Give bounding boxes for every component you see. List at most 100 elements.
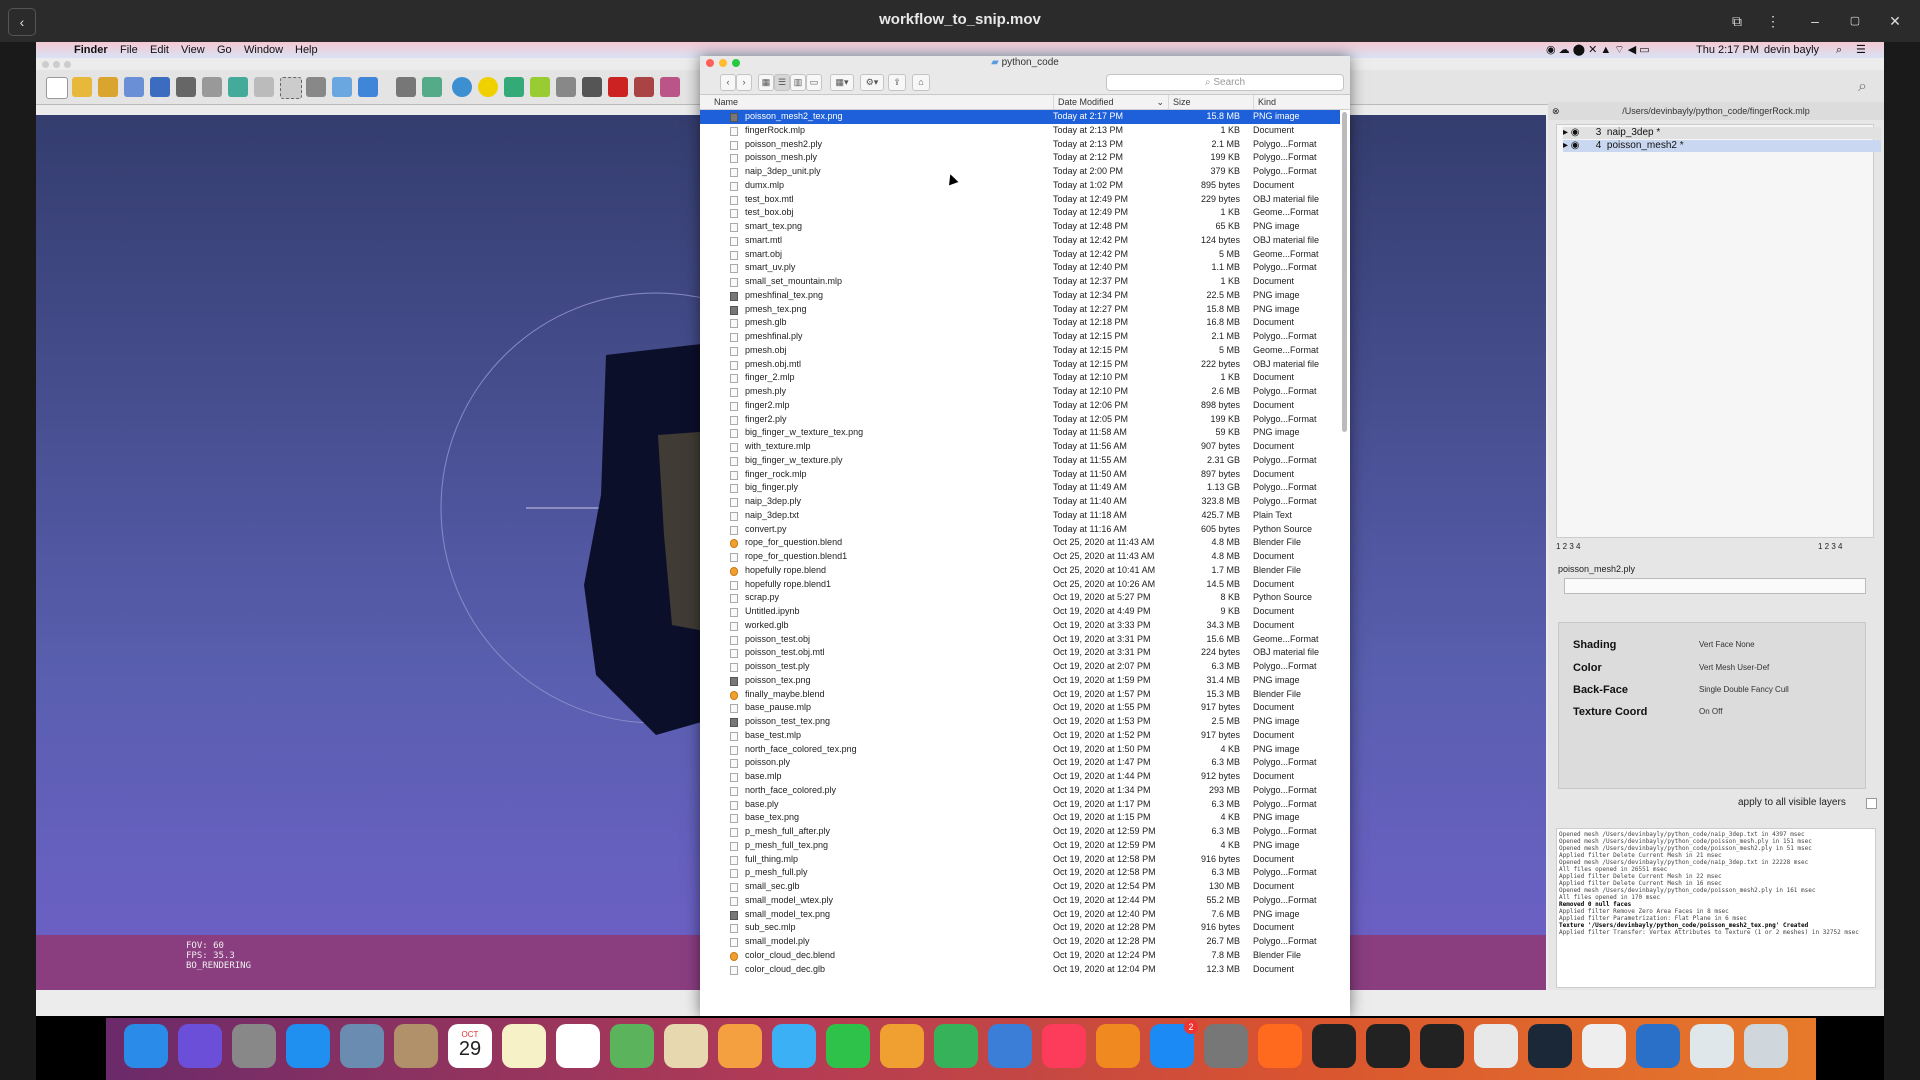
reload-icon[interactable] [124,77,144,97]
file-row[interactable]: north_face_colored_tex.png Oct 19, 2020 a… [700,743,1340,757]
file-row[interactable]: finger2.mlp Today at 12:06 PM 898 bytes Doc… [700,399,1340,413]
menu-user[interactable]: devin bayly [1764,42,1819,58]
textedit-icon[interactable] [1582,1024,1626,1068]
numbers-icon[interactable] [934,1024,978,1068]
file-row[interactable]: fingerRock.mlp Today at 2:13 PM 1 KB Docume… [700,124,1340,138]
minimize-icon[interactable]: – [1802,8,1828,34]
file-row[interactable]: poisson_test_tex.png Oct 19, 2020 at 1:53… [700,715,1340,729]
layer-eye-icon[interactable]: ▸ ◉ [1563,140,1593,152]
file-row[interactable]: test_box.obj Today at 12:49 PM 1 KB Geome..… [700,206,1340,220]
file-row[interactable]: poisson_test.ply Oct 19, 2020 at 2:07 PM 6… [700,660,1340,674]
pager-right[interactable]: 1 2 3 4 [1818,542,1842,551]
column-name[interactable]: Name [710,95,1053,109]
file-row[interactable]: p_mesh_full.ply Oct 19, 2020 at 12:58 PM 6… [700,866,1340,880]
file-row[interactable]: finger2.ply Today at 12:05 PM 199 KB Polygo… [700,413,1340,427]
file-row[interactable]: hopefully rope.blend1 Oct 25, 2020 at 10:… [700,578,1340,592]
file-row[interactable]: pmeshfinal.ply Today at 12:15 PM 2.1 MB Pol… [700,330,1340,344]
file-row[interactable]: with_texture.mlp Today at 11:56 AM 907 byt… [700,440,1340,454]
file-row[interactable]: pmeshfinal_tex.png Today at 12:34 PM 22.5 … [700,289,1340,303]
file-row[interactable]: Untitled.ipynb Oct 19, 2020 at 4:49 PM 9 K… [700,605,1340,619]
spotlight-icon[interactable]: ⌕ [1836,42,1842,58]
file-row[interactable]: naip_3dep.ply Today at 11:40 AM 323.8 MB Po… [700,495,1340,509]
export-icon[interactable] [150,77,170,97]
window-minimize-button[interactable] [53,61,60,68]
file-row[interactable]: big_finger_w_texture.ply Today at 11:55 A… [700,454,1340,468]
activity-monitor-icon[interactable] [1312,1024,1356,1068]
forward-button[interactable]: › [736,74,752,91]
palette-icon[interactable] [660,77,680,97]
file-row[interactable]: pmesh.glb Today at 12:18 PM 16.8 MB Documen… [700,316,1340,330]
snapshot-icon[interactable] [176,77,196,97]
terminal-icon[interactable] [1420,1024,1464,1068]
menu-window[interactable]: Window [244,42,283,58]
reminders-icon[interactable] [556,1024,600,1068]
meshlab-search-icon[interactable]: ⌕ [1858,78,1867,96]
file-row[interactable]: smart_tex.png Today at 12:48 PM 65 KB PNG i… [700,220,1340,234]
file-row[interactable]: pmesh.ply Today at 12:10 PM 2.6 MB Polygo..… [700,385,1340,399]
raster-icon[interactable] [634,77,654,97]
file-row[interactable]: smart.obj Today at 12:42 PM 5 MB Geome...Fo… [700,248,1340,262]
trash-icon[interactable] [1744,1024,1788,1068]
column-kind[interactable]: Kind [1253,95,1350,109]
file-row[interactable]: rope_for_question.blend1 Oct 25, 2020 at … [700,550,1340,564]
file-row[interactable]: small_model_wtex.ply Oct 19, 2020 at 12:4… [700,894,1340,908]
texture-icon[interactable] [608,77,628,97]
status-icons[interactable]: ◉ ☁ ⬤ ✕ ▲ ⌔ ◀ ▭ [1546,42,1650,58]
pick-points-icon[interactable] [452,77,472,97]
file-row[interactable]: color_cloud_dec.blend Oct 19, 2020 at 12:… [700,949,1340,963]
menu-help[interactable]: Help [295,42,318,58]
menu-file[interactable]: File [120,42,138,58]
file-row[interactable]: finally_maybe.blend Oct 19, 2020 at 1:57 … [700,688,1340,702]
chrome-icon[interactable] [1474,1024,1518,1068]
file-row[interactable]: small_set_mountain.mlp Today at 12:37 PM 1… [700,275,1340,289]
camera-icon[interactable] [556,77,576,97]
finder-minimize-button[interactable] [719,59,727,67]
file-row[interactable]: hopefully rope.blend Oct 25, 2020 at 10:4… [700,564,1340,578]
finder-search-input[interactable]: ⌕ Search [1106,74,1344,91]
file-row[interactable]: convert.py Today at 11:16 AM 605 bytes Pyth… [700,523,1340,537]
group-button[interactable]: ▦▾ [830,74,854,91]
file-row[interactable]: poisson.ply Oct 19, 2020 at 1:47 PM 6.3 MB… [700,756,1340,770]
launchpad-icon[interactable] [232,1024,276,1068]
file-row[interactable]: naip_3dep_unit.ply Today at 2:00 PM 379 KB… [700,165,1340,179]
file-row[interactable]: pmesh_tex.png Today at 12:27 PM 15.8 MB PNG… [700,303,1340,317]
smooth-shading-icon[interactable] [358,77,378,97]
facetime-icon[interactable] [826,1024,870,1068]
music-icon[interactable] [1042,1024,1086,1068]
file-row[interactable]: poisson_tex.png Oct 19, 2020 at 1:59 PM 31… [700,674,1340,688]
meshlab-icon[interactable] [1690,1024,1734,1068]
file-row[interactable]: naip_3dep.txt Today at 11:18 AM 425.7 MB Pl… [700,509,1340,523]
shading-options[interactable]: Vert Face None [1699,640,1755,649]
color-options[interactable]: Vert Mesh User-Def [1699,663,1769,672]
xquartz-icon[interactable] [664,1024,708,1068]
new-project-icon[interactable] [46,77,68,99]
menu-edit[interactable]: Edit [150,42,169,58]
file-row[interactable]: base_pause.mlp Oct 19, 2020 at 1:55 PM 917… [700,701,1340,715]
control-center-icon[interactable]: ☰ [1856,42,1866,58]
menu-clock[interactable]: Thu 2:17 PM [1696,42,1759,58]
notes-icon[interactable] [502,1024,546,1068]
paint-icon[interactable] [530,77,550,97]
open-project-icon[interactable] [72,77,92,97]
window-close-button[interactable] [42,61,49,68]
back-button[interactable]: ‹ [720,74,736,91]
file-row[interactable]: dumx.mlp Today at 1:02 PM 895 bytes Documen… [700,179,1340,193]
file-row[interactable]: small_model_tex.png Oct 19, 2020 at 12:40… [700,908,1340,922]
cast-icon[interactable]: ⧉ [1724,8,1750,34]
file-row[interactable]: smart.mtl Today at 12:42 PM 124 bytes OBJ m… [700,234,1340,248]
texcoord-options[interactable]: On Off [1699,707,1722,716]
layer-row[interactable]: ▸ ◉ 4 poisson_mesh2 * [1563,140,1881,152]
backface-options[interactable]: Single Double Fancy Cull [1699,685,1789,694]
file-row[interactable]: p_mesh_full_after.ply Oct 19, 2020 at 12:… [700,825,1340,839]
file-row[interactable]: big_finger.ply Today at 11:49 AM 1.13 GB Po… [700,481,1340,495]
system-preferences-icon[interactable] [1204,1024,1248,1068]
contacts-icon[interactable] [394,1024,438,1068]
obs-icon[interactable] [1366,1024,1410,1068]
file-row[interactable]: base_tex.png Oct 19, 2020 at 1:15 PM 4 KB P… [700,811,1340,825]
finder-scrollbar[interactable] [1342,112,1347,432]
file-row[interactable]: base.ply Oct 19, 2020 at 1:17 PM 6.3 MB Pol… [700,798,1340,812]
column-date-modified[interactable]: Date Modified ⌄ [1053,95,1168,109]
file-row[interactable]: worked.glb Oct 19, 2020 at 3:33 PM 34.3 MB… [700,619,1340,633]
layers-icon[interactable] [202,77,222,97]
file-row[interactable]: finger_2.mlp Today at 12:10 PM 1 KB Documen… [700,371,1340,385]
